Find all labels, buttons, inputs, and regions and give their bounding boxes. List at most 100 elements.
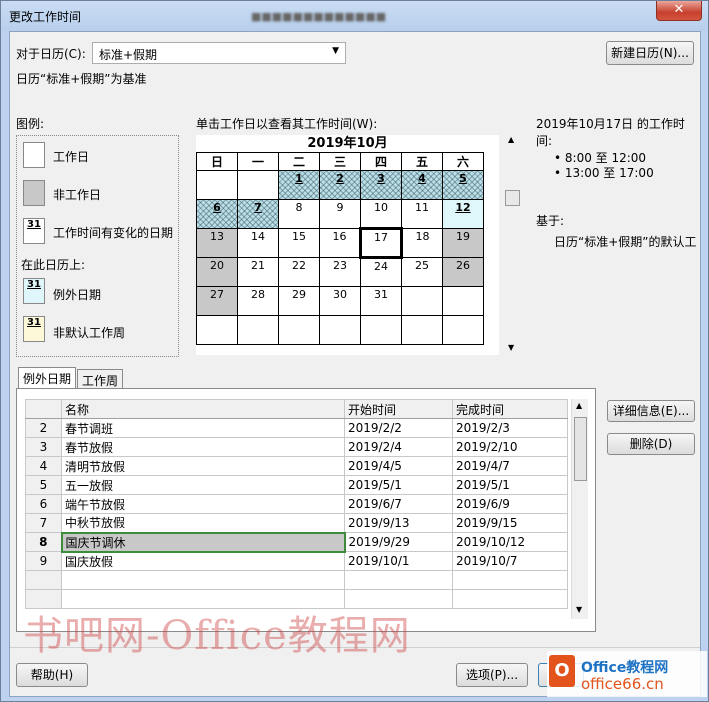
cell-name[interactable]: 国庆节调休 xyxy=(60,531,346,553)
calendar-day-cell[interactable]: 2 xyxy=(319,170,361,200)
calendar-day-cell[interactable]: 28 xyxy=(237,286,279,316)
cell-start-date[interactable]: 2019/2/4 xyxy=(344,437,453,457)
scroll-down-icon[interactable]: ▼ xyxy=(576,605,582,614)
calendar-day-cell[interactable]: 22 xyxy=(278,257,320,287)
scroll-up-icon[interactable]: ▲ xyxy=(576,401,582,410)
cell-finish-date[interactable] xyxy=(452,570,568,590)
table-scroll-thumb[interactable] xyxy=(574,417,587,481)
cell-start-date[interactable] xyxy=(344,570,453,590)
cell-name[interactable]: 春节放假 xyxy=(61,437,345,457)
calendar-day-cell[interactable]: 9 xyxy=(319,199,361,229)
row-number[interactable] xyxy=(25,570,62,590)
cell-name[interactable]: 春节调班 xyxy=(61,418,345,438)
calendar-day-cell[interactable]: 23 xyxy=(319,257,361,287)
row-number[interactable]: 5 xyxy=(25,475,62,495)
calendar-prompt: 单击工作日以查看其工作时间(W): xyxy=(196,117,378,131)
cell-finish-date[interactable]: 2019/10/12 xyxy=(452,532,568,552)
scroll-down-icon[interactable]: ▼ xyxy=(508,343,514,352)
cell-finish-date[interactable]: 2019/2/10 xyxy=(452,437,568,457)
calendar-day-cell[interactable]: 11 xyxy=(401,199,443,229)
cell-name[interactable]: 五一放假 xyxy=(61,475,345,495)
calendar-day-cell[interactable]: 5 xyxy=(442,170,484,200)
calendar-day-cell[interactable]: 18 xyxy=(401,228,443,258)
tab-exceptions[interactable]: 例外日期 xyxy=(18,367,77,389)
close-button[interactable]: ✕ xyxy=(656,1,702,21)
calendar-day-cell[interactable]: 6 xyxy=(196,199,238,229)
cell-start-date[interactable]: 2019/6/7 xyxy=(344,494,453,514)
cell-finish-date[interactable]: 2019/10/7 xyxy=(452,551,568,571)
calendar-day-cell[interactable]: 20 xyxy=(196,257,238,287)
calendar-day-cell[interactable]: 13 xyxy=(196,228,238,258)
calendar-day-cell[interactable]: 27 xyxy=(196,286,238,316)
site-logo: O Office教程网 office66.cn xyxy=(547,651,707,697)
calendar-day-cell[interactable]: 1 xyxy=(278,170,320,200)
options-button[interactable]: 选项(P)... xyxy=(456,663,528,687)
table-row[interactable]: 3 春节放假 2019/2/4 2019/2/10 xyxy=(25,437,568,457)
scroll-up-icon[interactable]: ▲ xyxy=(508,135,514,144)
calendar-day-cell[interactable]: 31 xyxy=(360,286,402,316)
calendar-day-cell[interactable]: 4 xyxy=(401,170,443,200)
row-number[interactable]: 7 xyxy=(25,513,62,533)
table-row[interactable]: 2 春节调班 2019/2/2 2019/2/3 xyxy=(25,418,568,438)
column-header-finish[interactable]: 完成时间 xyxy=(452,399,568,419)
calendar-day-cell[interactable]: 16 xyxy=(319,228,361,258)
calendar-day-cell[interactable]: 8 xyxy=(278,199,320,229)
cell-start-date[interactable]: 2019/10/1 xyxy=(344,551,453,571)
cell-name[interactable]: 中秋节放假 xyxy=(61,513,345,533)
table-row[interactable]: 8 国庆节调休 2019/9/29 2019/10/12 xyxy=(25,531,568,553)
help-button[interactable]: 帮助(H) xyxy=(16,663,88,687)
details-button[interactable]: 详细信息(E)... xyxy=(607,400,695,422)
calendar-day-cell[interactable]: 10 xyxy=(360,199,402,229)
calendar-day-cell[interactable]: 21 xyxy=(237,257,279,287)
cell-finish-date[interactable]: 2019/2/3 xyxy=(452,418,568,438)
table-row[interactable]: 4 清明节放假 2019/4/5 2019/4/7 xyxy=(25,456,568,476)
table-row[interactable]: 7 中秋节放假 2019/9/13 2019/9/15 xyxy=(25,513,568,533)
cell-finish-date[interactable]: 2019/6/9 xyxy=(452,494,568,514)
table-row[interactable]: 5 五一放假 2019/5/1 2019/5/1 xyxy=(25,475,568,495)
cell-start-date[interactable]: 2019/9/29 xyxy=(344,532,453,552)
row-number[interactable]: 8 xyxy=(25,532,62,552)
cell-finish-date[interactable]: 2019/5/1 xyxy=(452,475,568,495)
calendar-day-cell[interactable]: 25 xyxy=(401,257,443,287)
calendar-day-cell[interactable]: 15 xyxy=(278,228,320,258)
delete-button[interactable]: 删除(D) xyxy=(607,433,695,455)
cell-start-date[interactable]: 2019/9/13 xyxy=(344,513,453,533)
calendar-day-cell[interactable]: 3 xyxy=(360,170,402,200)
row-number[interactable]: 6 xyxy=(25,494,62,514)
cell-finish-date[interactable]: 2019/4/7 xyxy=(452,456,568,476)
cell-finish-date[interactable]: 2019/9/15 xyxy=(452,513,568,533)
new-calendar-button[interactable]: 新建日历(N)... xyxy=(606,41,694,65)
calendar-day-cell[interactable]: 29 xyxy=(278,286,320,316)
calendar-day-number: 26 xyxy=(456,259,470,272)
calendar-day-cell[interactable]: 19 xyxy=(442,228,484,258)
row-number[interactable]: 2 xyxy=(25,418,62,438)
column-header-name[interactable]: 名称 xyxy=(61,399,345,419)
cell-start-date[interactable]: 2019/5/1 xyxy=(344,475,453,495)
calendar-day-cell[interactable]: 17 xyxy=(359,227,403,259)
cell-name[interactable]: 国庆放假 xyxy=(61,551,345,571)
cell-finish-date[interactable] xyxy=(452,589,568,609)
calendar-day-cell[interactable]: 26 xyxy=(442,257,484,287)
calendar-select[interactable]: 标准+假期 ▼ xyxy=(92,42,346,64)
row-number[interactable]: 9 xyxy=(25,551,62,571)
table-row[interactable] xyxy=(25,570,568,590)
table-row[interactable]: 9 国庆放假 2019/10/1 2019/10/7 xyxy=(25,551,568,571)
calendar-day-cell[interactable]: 7 xyxy=(237,199,279,229)
calendar-scroll-thumb[interactable] xyxy=(505,190,520,206)
calendar-scrollbar[interactable]: ▲ ▼ xyxy=(505,135,520,355)
column-header-start[interactable]: 开始时间 xyxy=(344,399,453,419)
calendar-day-cell[interactable]: 14 xyxy=(237,228,279,258)
row-number[interactable]: 4 xyxy=(25,456,62,476)
calendar-day-cell[interactable]: 12 xyxy=(442,199,484,229)
table-row[interactable]: 6 端午节放假 2019/6/7 2019/6/9 xyxy=(25,494,568,514)
cell-start-date[interactable]: 2019/4/5 xyxy=(344,456,453,476)
calendar-day-cell[interactable]: 30 xyxy=(319,286,361,316)
cell-start-date[interactable]: 2019/2/2 xyxy=(344,418,453,438)
calendar-day-cell[interactable]: 24 xyxy=(360,257,402,287)
cell-name[interactable]: 端午节放假 xyxy=(61,494,345,514)
tab-work-weeks[interactable]: 工作周 xyxy=(77,369,124,389)
cell-name[interactable] xyxy=(61,570,345,590)
row-number[interactable]: 3 xyxy=(25,437,62,457)
cell-name[interactable]: 清明节放假 xyxy=(61,456,345,476)
table-scrollbar[interactable]: ▲ ▼ xyxy=(571,399,588,619)
